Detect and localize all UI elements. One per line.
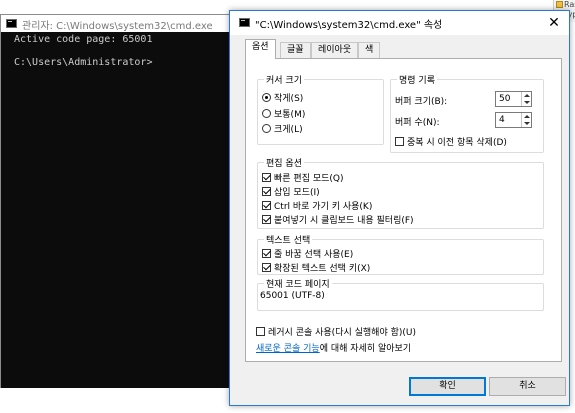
line-wrap-selection-checkbox[interactable]: 줄 바꿈 선택 사용(E) <box>262 247 353 260</box>
checkbox-label: 줄 바꿈 선택 사용(E) <box>274 250 354 260</box>
radio-label: 크게(L) <box>274 125 303 135</box>
spinner-arrows[interactable] <box>521 113 531 127</box>
tab-options[interactable]: 옵션 <box>245 39 276 59</box>
checkbox-label: Ctrl 바로 가기 키 사용(K) <box>274 202 373 212</box>
checkbox[interactable] <box>256 327 265 336</box>
checkbox[interactable] <box>262 187 271 196</box>
tab-layout[interactable]: 레이아웃 <box>311 42 359 58</box>
dialog-title: "C:\Windows\system32\cmd.exe" 속성 <box>255 20 443 31</box>
checkbox-label: 중복 시 이전 항목 삭제(D) <box>407 138 507 148</box>
spinner-value[interactable]: 4 <box>499 115 505 125</box>
legacy-console-checkbox[interactable]: 레거시 콘솔 사용(다시 실행해야 함)(U) <box>256 325 416 338</box>
checkbox-label: 붙여넣기 시 클립보드 내용 필터링(F) <box>274 216 414 226</box>
checkbox-label: 확장된 텍스트 선택 키(X) <box>274 264 371 274</box>
arrow-down-icon[interactable] <box>524 101 530 104</box>
edit-options-legend: 편집 옵션 <box>264 156 304 169</box>
new-console-features-link[interactable]: 새로운 콘솔 기능 <box>256 341 320 354</box>
cursor-size-group: 커서 크기 작게(S) 보통(M) 크게(L) <box>257 73 384 145</box>
properties-dialog: "C:\Windows\system32\cmd.exe" 속성 ✕ 옵션 글꼴… <box>229 10 570 406</box>
arrow-up-icon[interactable] <box>524 94 530 97</box>
arrow-up-icon[interactable] <box>524 115 530 118</box>
buffer-count-spinner[interactable]: 4 <box>495 112 532 128</box>
console-title: 관리자: C:\Windows\system32\cmd.exe <box>22 21 213 32</box>
cursor-size-legend: 커서 크기 <box>264 73 304 86</box>
code-page-legend: 현재 코드 페이지 <box>264 277 332 290</box>
label-text: 버퍼 수(N): <box>395 118 440 128</box>
console-window: 관리자: C:\Windows\system32\cmd.exe Active … <box>0 14 238 388</box>
spinner-arrows[interactable] <box>521 92 531 106</box>
text-selection-legend: 텍스트 선택 <box>264 233 313 246</box>
cursor-large-radio[interactable]: 크게(L) <box>262 122 303 135</box>
checkbox[interactable] <box>262 263 271 272</box>
cmd-icon[interactable] <box>6 19 17 28</box>
arrow-down-icon[interactable] <box>524 122 530 125</box>
tab-font[interactable]: 글꼴 <box>280 42 311 58</box>
label-text: 버퍼 크기(B): <box>395 97 448 107</box>
file-icon <box>556 1 563 8</box>
tab-strip: 옵션 글꼴 레이아웃 색 <box>245 39 565 59</box>
code-page-value: 65001 (UTF-8) <box>260 291 325 301</box>
checkbox[interactable] <box>395 137 404 146</box>
checkbox[interactable] <box>262 249 271 258</box>
radio-button[interactable] <box>262 109 271 118</box>
radio-button[interactable] <box>262 93 271 102</box>
cmd-icon <box>239 18 250 27</box>
filter-paste-checkbox[interactable]: 붙여넣기 시 클립보드 내용 필터링(F) <box>262 213 414 226</box>
buffer-count-label: 버퍼 수(N): <box>395 115 440 128</box>
learn-more-text: 에 대해 자세히 알아보기 <box>319 344 412 354</box>
radio-label: 보통(M) <box>274 110 306 120</box>
options-panel: 커서 크기 작게(S) 보통(M) 크게(L) 명령 기록 버퍼 크기(B): … <box>245 58 562 362</box>
radio-label: 작게(S) <box>274 94 304 104</box>
discard-duplicates-checkbox[interactable]: 중복 시 이전 항목 삭제(D) <box>395 135 507 148</box>
tab-colors[interactable]: 색 <box>358 42 381 58</box>
buffer-size-spinner[interactable]: 50 <box>495 91 532 107</box>
checkbox[interactable] <box>262 173 271 182</box>
checkbox-label: 삽입 모드(I) <box>274 188 320 198</box>
radio-button[interactable] <box>262 124 271 133</box>
command-history-group: 명령 기록 버퍼 크기(B): 50 버퍼 수(N): 4 중복 시 이전 항목… <box>390 73 544 153</box>
checkbox-label: 레거시 콘솔 사용(다시 실행해야 함)(U) <box>268 328 416 338</box>
console-screen[interactable]: Active code page: 65001 C:\Users\Adminis… <box>1 32 237 388</box>
checkbox-label: 빠른 편집 모드(Q) <box>274 174 344 184</box>
text-selection-group: 텍스트 선택 줄 바꿈 선택 사용(E) 확장된 텍스트 선택 키(X) <box>257 233 544 275</box>
desktop-item-label: Raste <box>564 0 575 9</box>
console-prompt: C:\Users\Administrator> <box>14 57 153 68</box>
checkbox[interactable] <box>262 215 271 224</box>
edit-options-group: 편집 옵션 빠른 편집 모드(Q) 삽입 모드(I) Ctrl 바로 가기 키 … <box>257 156 544 229</box>
spinner-value[interactable]: 50 <box>499 94 510 104</box>
console-title-bar[interactable]: 관리자: C:\Windows\system32\cmd.exe <box>1 15 237 32</box>
cursor-small-radio[interactable]: 작게(S) <box>262 91 303 104</box>
dialog-title-bar[interactable]: "C:\Windows\system32\cmd.exe" 속성 ✕ <box>230 11 569 35</box>
console-line: Active code page: 65001 <box>14 34 153 45</box>
insert-mode-checkbox[interactable]: 삽입 모드(I) <box>262 185 320 198</box>
command-history-legend: 명령 기록 <box>397 73 437 86</box>
buffer-size-label: 버퍼 크기(B): <box>395 94 447 107</box>
ok-button[interactable]: 확인 <box>409 377 486 396</box>
learn-more-line: 새로운 콘솔 기능 에 대해 자세히 알아보기 <box>256 341 411 354</box>
extended-edit-keys-checkbox[interactable]: 확장된 텍스트 선택 키(X) <box>262 261 370 274</box>
quick-edit-checkbox[interactable]: 빠른 편집 모드(Q) <box>262 171 344 184</box>
ctrl-shortcuts-checkbox[interactable]: Ctrl 바로 가기 키 사용(K) <box>262 199 372 212</box>
cursor-medium-radio[interactable]: 보통(M) <box>262 107 305 120</box>
checkbox[interactable] <box>262 201 271 210</box>
close-button[interactable]: ✕ <box>543 14 565 32</box>
cancel-button[interactable]: 취소 <box>489 377 566 396</box>
